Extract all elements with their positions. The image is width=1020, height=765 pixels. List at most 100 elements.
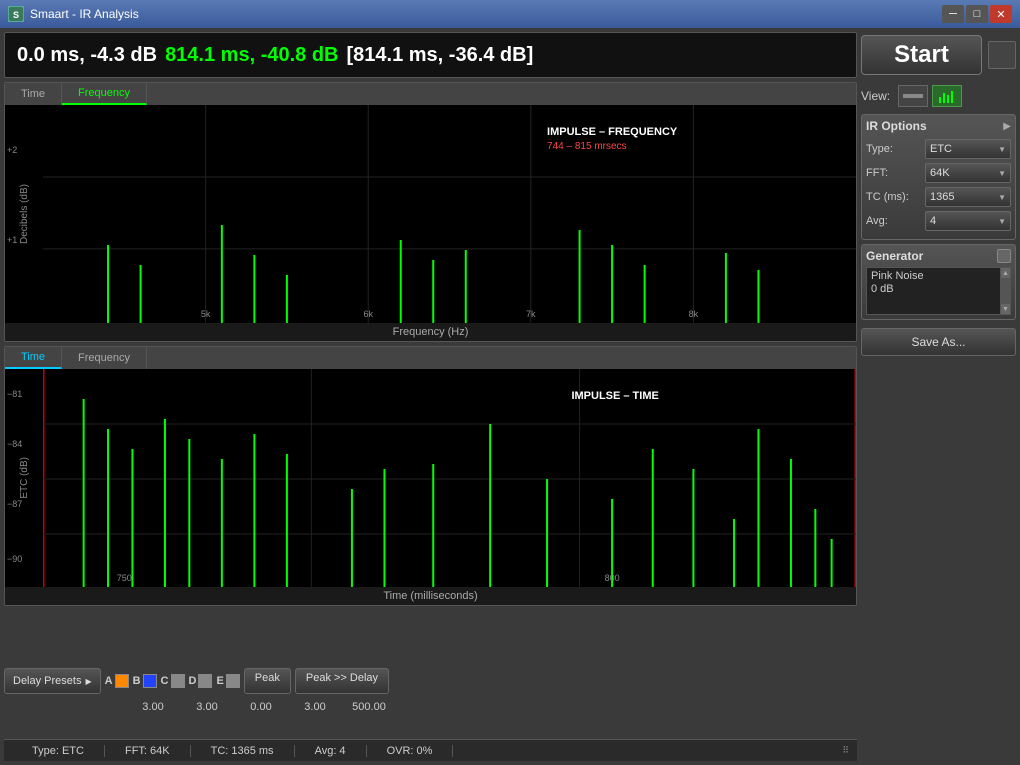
- time-chart-tabs: Time Frequency: [5, 347, 856, 369]
- channel-b-value: 3.00: [182, 701, 232, 713]
- type-select[interactable]: ETC ▼: [925, 139, 1011, 159]
- ir-options-arrow[interactable]: ▶: [1003, 121, 1011, 132]
- window-controls: ─ □ ✕: [942, 5, 1012, 23]
- channel-d-label: D: [189, 675, 197, 687]
- gen-scroll-up[interactable]: ▲: [1001, 268, 1010, 278]
- generator-level: 0 dB: [871, 283, 1006, 295]
- status-tc: TC: 1365 ms: [191, 745, 295, 757]
- generator-control[interactable]: [997, 249, 1011, 263]
- status-bar: Type: ETC FFT: 64K TC: 1365 ms Avg: 4 OV…: [4, 739, 857, 761]
- freq-chart-svg: 5k 6k 7k 8k IMPULSE – FREQUENCY 744 – 81…: [43, 105, 856, 323]
- status-type: Type: ETC: [12, 745, 105, 757]
- channel-c-group: C: [161, 674, 185, 688]
- svg-text:750: 750: [117, 573, 132, 583]
- time-chart-svg: 750 800 IMPULSE – TIME: [43, 369, 856, 587]
- generator-header: Generator: [866, 249, 1011, 263]
- values-row: 3.00 3.00 0.00 3.00 500.00: [4, 697, 857, 717]
- svg-text:S: S: [13, 10, 19, 20]
- titlebar: S Smaart - IR Analysis ─ □ ✕: [0, 0, 1020, 28]
- fft-option-row: FFT: 64K ▼: [866, 163, 1011, 183]
- header-part1: 0.0 ms, -4.3 dB: [17, 44, 157, 67]
- freq-chart-tabs: Time Frequency: [5, 83, 856, 105]
- svg-text:744 – 815 mrsecs: 744 – 815 mrsecs: [547, 141, 627, 152]
- charts-area: Time Frequency Decibels (dB) +2 +1: [4, 82, 857, 663]
- channel-e-swatch[interactable]: [226, 674, 240, 688]
- avg-label: Avg:: [866, 215, 921, 227]
- time-tab-frequency[interactable]: Frequency: [62, 347, 147, 369]
- channel-a-label: A: [105, 675, 113, 687]
- generator-content: Pink Noise 0 dB ▲ ▼: [866, 267, 1011, 315]
- channel-b-label: B: [133, 675, 141, 687]
- channel-e-value: 500.00: [344, 701, 394, 713]
- right-panel: Start View: IR Options ▶: [861, 32, 1016, 761]
- close-button[interactable]: ✕: [990, 5, 1012, 23]
- avg-option-row: Avg: 4 ▼: [866, 211, 1011, 231]
- frequency-chart: Time Frequency Decibels (dB) +2 +1: [4, 82, 857, 342]
- delay-presets-button[interactable]: Delay Presets ▶: [4, 668, 101, 694]
- freq-tab-time[interactable]: Time: [5, 83, 62, 105]
- generator-title: Generator: [866, 249, 923, 263]
- channel-c-value: 0.00: [236, 701, 286, 713]
- stop-indicator[interactable]: [988, 41, 1016, 69]
- status-avg: Avg: 4: [295, 745, 367, 757]
- ir-options-title: IR Options: [866, 119, 927, 133]
- channel-a-swatch[interactable]: [115, 674, 129, 688]
- ir-options-header: IR Options ▶: [866, 119, 1011, 133]
- fft-select[interactable]: 64K ▼: [925, 163, 1011, 183]
- channel-a-group: A: [105, 674, 129, 688]
- type-select-arrow: ▼: [998, 145, 1006, 154]
- tc-select[interactable]: 1365 ▼: [925, 187, 1011, 207]
- svg-text:7k: 7k: [526, 309, 536, 319]
- channel-c-swatch[interactable]: [171, 674, 185, 688]
- freq-tab-frequency[interactable]: Frequency: [62, 83, 147, 105]
- header-display: 0.0 ms, -4.3 dB 814.1 ms, -40.8 dB [814.…: [4, 32, 857, 78]
- svg-text:800: 800: [605, 573, 620, 583]
- resize-handle: ⠿: [842, 745, 849, 756]
- main-container: 0.0 ms, -4.3 dB 814.1 ms, -40.8 dB [814.…: [0, 28, 1020, 765]
- view-row: View:: [861, 82, 1016, 110]
- time-y-axis-label: ETC (dB): [19, 457, 30, 499]
- status-ovr: OVR: 0%: [367, 745, 454, 757]
- peak-delay-button[interactable]: Peak >> Delay: [295, 668, 389, 694]
- time-x-label: Time (milliseconds): [5, 587, 856, 605]
- chevron-right-icon: ▶: [85, 677, 91, 686]
- svg-text:IMPULSE – FREQUENCY: IMPULSE – FREQUENCY: [547, 126, 678, 138]
- channel-e-group: E: [216, 674, 239, 688]
- type-label: Type:: [866, 143, 921, 155]
- header-part2: 814.1 ms, -40.8 dB: [165, 44, 338, 67]
- save-as-button[interactable]: Save As...: [861, 328, 1016, 356]
- start-button[interactable]: Start: [861, 35, 982, 75]
- channel-b-group: B: [133, 674, 157, 688]
- peak-button[interactable]: Peak: [244, 668, 291, 694]
- avg-select-arrow: ▼: [998, 217, 1006, 226]
- generator-scrollbar: ▲ ▼: [1000, 268, 1010, 314]
- start-section: Start: [861, 32, 1016, 78]
- fft-label: FFT:: [866, 167, 921, 179]
- svg-text:6k: 6k: [363, 309, 373, 319]
- channel-a-value: 3.00: [128, 701, 178, 713]
- avg-select[interactable]: 4 ▼: [925, 211, 1011, 231]
- freq-y-axis-label: Decibels (dB): [19, 184, 30, 244]
- minimize-button[interactable]: ─: [942, 5, 964, 23]
- svg-text:5k: 5k: [201, 309, 211, 319]
- svg-text:8k: 8k: [689, 309, 699, 319]
- svg-text:IMPULSE – TIME: IMPULSE – TIME: [571, 390, 658, 402]
- bottom-controls: Delay Presets ▶ A B C: [4, 667, 857, 735]
- view-spectrum-button[interactable]: [932, 85, 962, 107]
- channel-b-swatch[interactable]: [143, 674, 157, 688]
- channel-d-value: 3.00: [290, 701, 340, 713]
- maximize-button[interactable]: □: [966, 5, 988, 23]
- app-icon: S: [8, 6, 24, 22]
- view-waveform-button[interactable]: [898, 85, 928, 107]
- fft-select-arrow: ▼: [998, 169, 1006, 178]
- view-label: View:: [861, 89, 890, 103]
- gen-scroll-down[interactable]: ▼: [1001, 304, 1010, 314]
- left-panel: 0.0 ms, -4.3 dB 814.1 ms, -40.8 dB [814.…: [4, 32, 857, 761]
- tc-select-arrow: ▼: [998, 193, 1006, 202]
- time-tab-time[interactable]: Time: [5, 347, 62, 369]
- status-fft: FFT: 64K: [105, 745, 191, 757]
- tc-label: TC (ms):: [866, 191, 921, 203]
- channel-e-label: E: [216, 675, 223, 687]
- channel-d-swatch[interactable]: [198, 674, 212, 688]
- window-title: Smaart - IR Analysis: [30, 7, 139, 21]
